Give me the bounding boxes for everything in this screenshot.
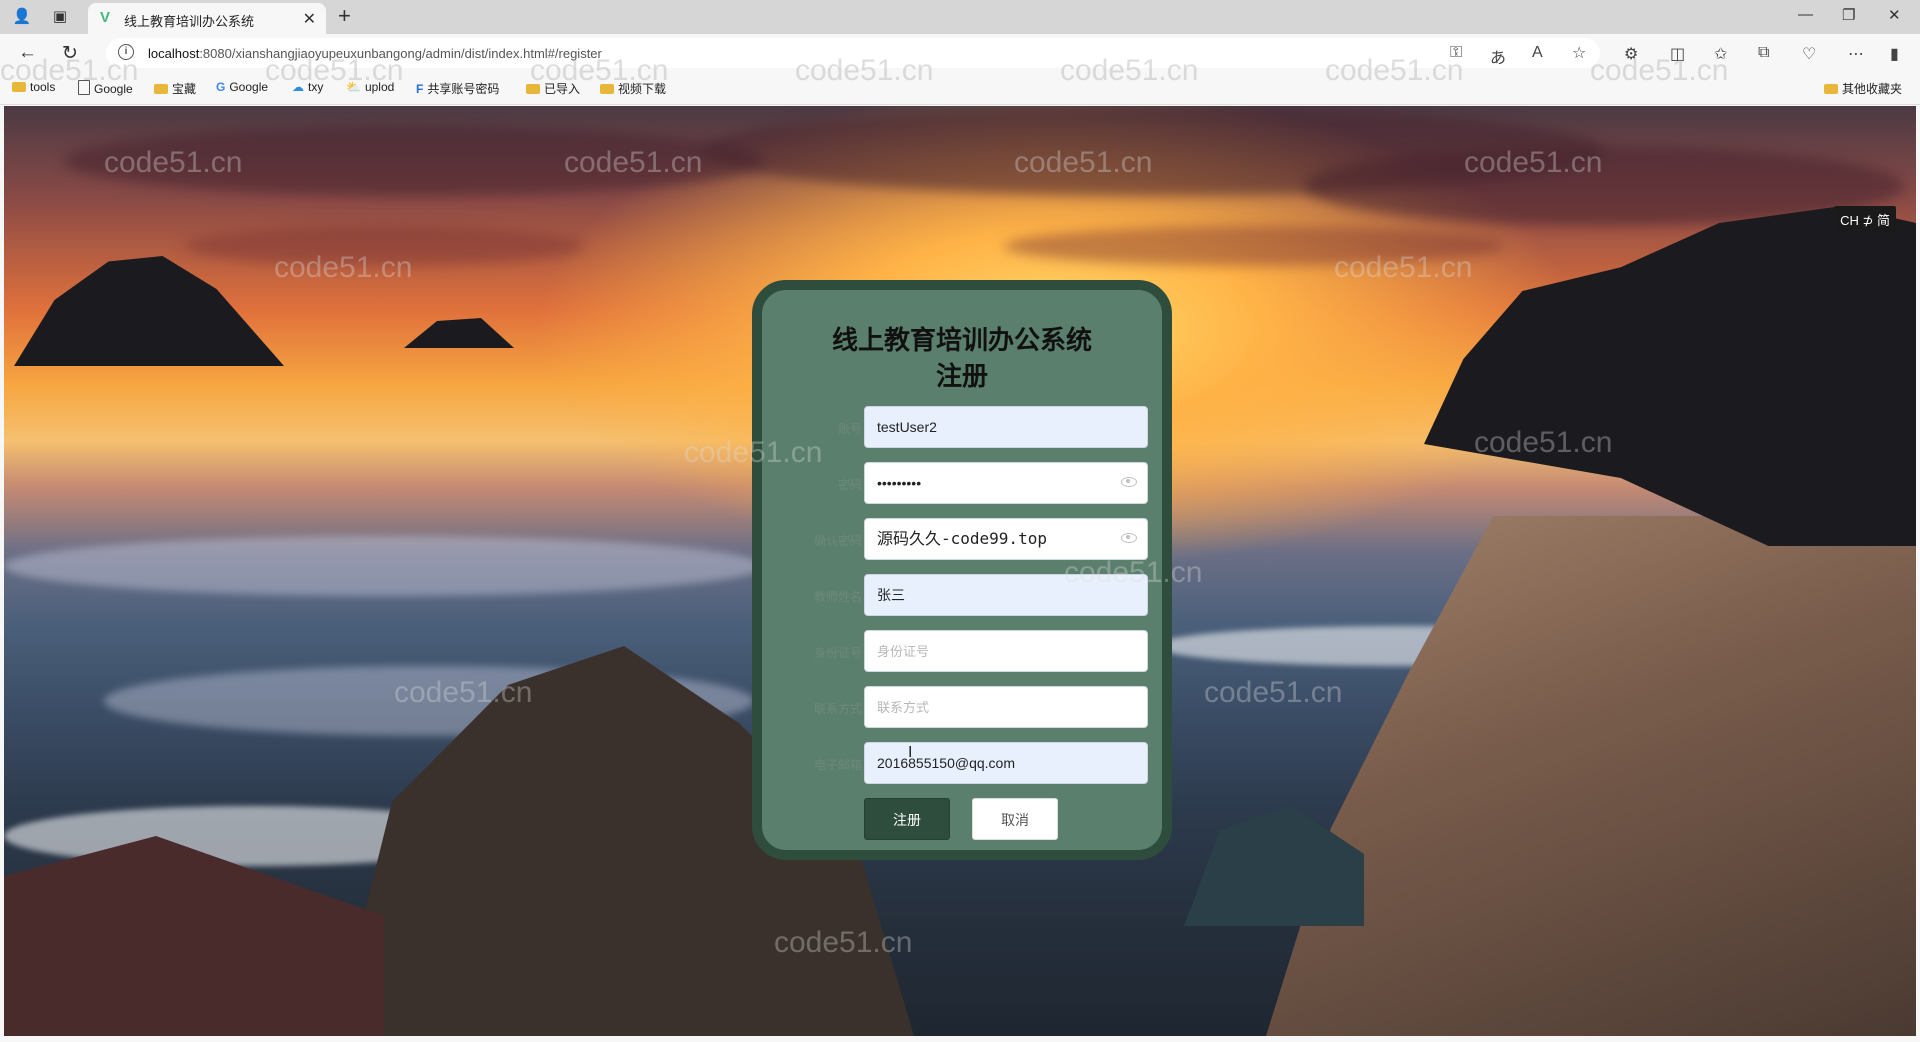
password-input[interactable]: ••••••••• (864, 462, 1148, 504)
field-teacher-name: 教师姓名 张三 (762, 574, 1162, 618)
bookmark-baozang[interactable]: 宝藏 (154, 80, 196, 97)
field-label: 账号 (837, 422, 862, 436)
wave-shape (4, 536, 764, 596)
folder-icon (12, 82, 26, 92)
form-title: 线上教育培训办公系统 (831, 326, 1092, 356)
confirm-password-value: 源码久久-code99.top (877, 529, 1047, 548)
field-label: 身份证号 (813, 646, 862, 660)
form-actions: 注册 取消 (762, 798, 1162, 842)
field-label: 确认密码 (813, 534, 862, 548)
more-menu-icon[interactable]: ⋯ (1848, 44, 1864, 64)
url-text[interactable]: localhost:8080/xianshangjiaoyupeuxunbang… (148, 46, 602, 61)
beach-shape (1266, 516, 1916, 1036)
title-bar: 👤 ▣ V 线上教育培训办公系统 ✕ + — ❐ ✕ (0, 0, 1920, 34)
folder-icon (154, 84, 168, 94)
teacher-name-input[interactable]: 张三 (864, 574, 1148, 616)
bookmark-google-2[interactable]: G Google (216, 80, 268, 94)
address-row: ← ↻ i localhost:8080/xianshangjiaoyupeux… (0, 34, 1920, 72)
feishu-icon: F (416, 82, 424, 96)
field-email: 电子邮箱 2016855150@qq.com (762, 742, 1162, 786)
folder-icon (526, 84, 540, 94)
account-input[interactable]: testUser2 (864, 406, 1148, 448)
extensions-icon[interactable]: ⚙ (1624, 44, 1638, 64)
key-icon[interactable]: ⚿ (1450, 44, 1462, 62)
cancel-button[interactable]: 取消 (972, 798, 1058, 840)
bookmark-imported[interactable]: 已导入 (526, 80, 580, 97)
field-label: 密码 (837, 478, 862, 492)
close-tab-icon[interactable]: ✕ (303, 9, 316, 29)
collections-icon[interactable]: ⧉ (1758, 44, 1769, 62)
tab-title: 线上教育培训办公系统 (124, 14, 255, 29)
refresh-icon[interactable]: ↻ (62, 42, 78, 65)
form-subtitle: 注册 (935, 362, 988, 392)
bookmark-shared-accounts[interactable]: F 共享账号密码 (416, 80, 499, 97)
register-button[interactable]: 注册 (864, 798, 950, 840)
site-info-icon[interactable]: i (118, 44, 134, 60)
page-icon (78, 80, 90, 95)
field-id-number: 身份证号 身份证号 (762, 630, 1162, 674)
rock-right-cliff (1424, 206, 1916, 546)
profile-icon[interactable]: 👤 (12, 7, 32, 27)
bookmark-google-1[interactable]: Google (78, 80, 133, 96)
favorites-icon[interactable]: ✩ (1714, 44, 1727, 64)
vue-favicon-icon: V (100, 9, 111, 26)
sidebar-icon[interactable]: ▮ (1890, 44, 1899, 64)
show-password-icon[interactable] (1121, 533, 1137, 543)
cloud-shape (184, 226, 584, 266)
rock-left (14, 256, 284, 366)
field-label: 电子邮箱 (813, 758, 862, 772)
cloud-shape (64, 126, 764, 196)
rock-front-left (4, 836, 384, 1036)
split-screen-icon[interactable]: ◫ (1670, 44, 1685, 64)
translate-icon[interactable]: あ (1490, 44, 1506, 68)
show-password-icon[interactable] (1121, 477, 1137, 487)
browser-essentials-icon[interactable]: ♡ (1802, 44, 1816, 64)
field-password: 密码 ••••••••• (762, 462, 1162, 506)
register-card: 线上教育培训办公系统 注册 账号 testUser2 密码 ••••••••• … (752, 280, 1172, 860)
folder-icon (600, 84, 614, 94)
new-tab-icon[interactable]: + (338, 3, 351, 29)
bookmark-uplod[interactable]: ⛅ uplod (346, 80, 394, 94)
read-aloud-icon[interactable]: A (1532, 44, 1543, 62)
id-number-input[interactable]: 身份证号 (864, 630, 1148, 672)
contact-placeholder: 联系方式 (877, 700, 930, 715)
back-icon[interactable]: ← (18, 42, 37, 64)
browser-tab[interactable]: V 线上教育培训办公系统 ✕ (88, 3, 326, 34)
cloud-shape (1004, 226, 1504, 266)
bookmarks-bar: tools Google 宝藏 G Google ☁ txy ⛅ uplod F 共享账… (0, 72, 1920, 105)
rock-small (404, 318, 514, 348)
google-icon: G (216, 80, 226, 94)
upload-icon: ⛅ (346, 80, 361, 94)
id-number-placeholder: 身份证号 (877, 644, 930, 659)
field-account: 账号 testUser2 (762, 406, 1162, 450)
tab-actions-icon[interactable]: ▣ (50, 7, 70, 27)
address-bar[interactable]: i localhost:8080/xianshangjiaoyupeuxunba… (106, 38, 1600, 68)
page-background: CH ⊅ 简 线上教育培训办公系统 注册 账号 testUser2 密码 •••… (4, 106, 1916, 1036)
bookmark-video-download[interactable]: 视频下载 (600, 80, 666, 97)
bookmark-other-favorites[interactable]: 其他收藏夹 (1824, 80, 1902, 97)
password-value: ••••••••• (877, 475, 922, 491)
ime-indicator[interactable]: CH ⊅ 简 (1834, 206, 1896, 233)
field-confirm-password: 确认密码 源码久久-code99.top (762, 518, 1162, 562)
minimize-icon[interactable]: — (1798, 6, 1813, 23)
contact-input[interactable]: 联系方式 (864, 686, 1148, 728)
confirm-password-input[interactable]: 源码久久-code99.top (864, 518, 1148, 560)
field-contact: 联系方式 联系方式 (762, 686, 1162, 730)
folder-icon (1824, 84, 1838, 94)
field-label: 联系方式 (813, 702, 862, 716)
restore-icon[interactable]: ❐ (1842, 6, 1855, 24)
cloud-icon: ☁ (292, 80, 304, 94)
favorite-star-icon[interactable]: ☆ (1572, 43, 1586, 63)
field-label: 教师姓名 (813, 590, 862, 604)
text-cursor-icon: Ι (908, 744, 913, 761)
bookmark-txy[interactable]: ☁ txy (292, 80, 323, 94)
close-window-icon[interactable]: ✕ (1888, 6, 1901, 24)
email-input[interactable]: 2016855150@qq.com (864, 742, 1148, 784)
bookmark-tools[interactable]: tools (12, 80, 55, 94)
watermark: code51.cn (1204, 676, 1343, 709)
